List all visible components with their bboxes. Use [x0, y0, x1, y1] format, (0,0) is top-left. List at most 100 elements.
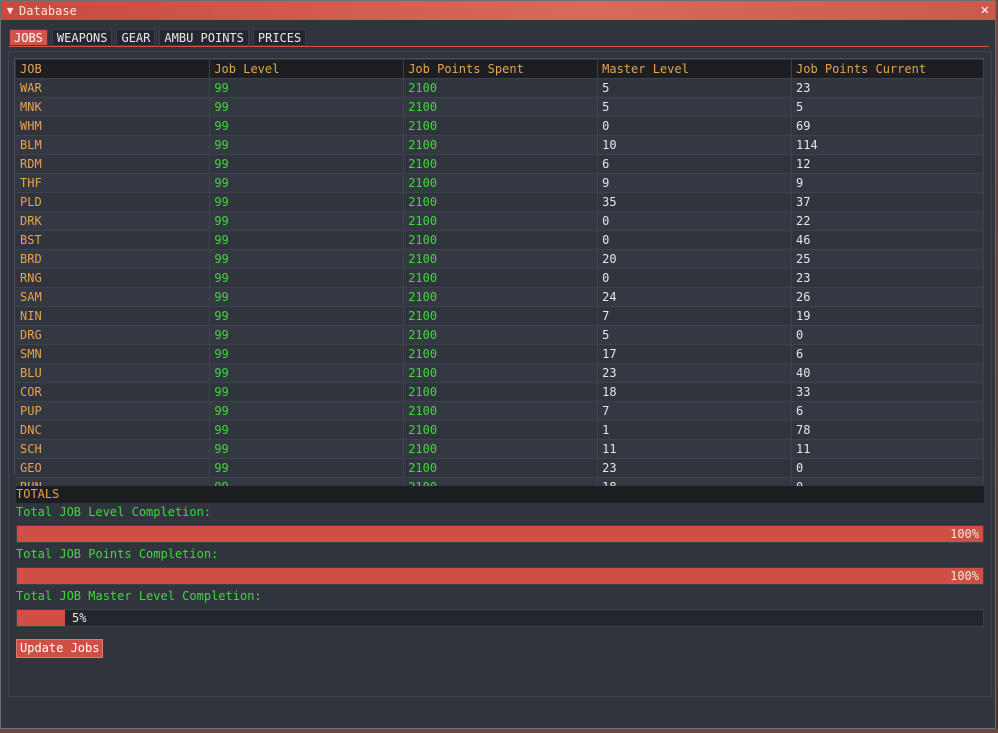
cell-job-level: 99: [209, 458, 405, 478]
cell-job-points-current: 114: [791, 135, 984, 155]
cell-master-level: 7: [597, 306, 793, 326]
master-level-progress-fill: [17, 610, 66, 626]
cell-job: DRG: [16, 325, 211, 345]
cell-job-points-spent: 2100: [403, 325, 599, 345]
cell-job-points-spent: 2100: [403, 268, 599, 288]
cell-job-points-current: 78: [791, 420, 984, 440]
cell-master-level: 23: [597, 458, 793, 478]
table-row[interactable]: BST 99 2100 0 46: [16, 230, 984, 250]
column-header-job[interactable]: JOB: [16, 60, 211, 79]
cell-job-level: 99: [209, 211, 405, 231]
jobs-table-body: WAR 99 2100 5 23 MNK 99 2100 5 5 WHM 99 2100 0 69 BLM 99…: [16, 78, 984, 496]
cell-job-points-current: 40: [791, 363, 984, 383]
cell-job-points-spent: 2100: [403, 230, 599, 250]
table-row[interactable]: PLD 99 2100 35 37: [16, 192, 984, 212]
cell-job: BLU: [16, 363, 211, 383]
totals-header: TOTALS: [16, 486, 984, 503]
tab-jobs[interactable]: JOBS: [9, 29, 48, 46]
update-jobs-button[interactable]: Update Jobs: [16, 639, 104, 658]
cell-job-level: 99: [209, 154, 405, 174]
table-row[interactable]: SAM 99 2100 24 26: [16, 287, 984, 307]
column-header-job-points-current[interactable]: Job Points Current: [791, 60, 984, 79]
table-row[interactable]: NIN 99 2100 7 19: [16, 306, 984, 326]
cell-job-points-spent: 2100: [403, 363, 599, 383]
tab-bar: JOBS WEAPONS GEAR AMBU POINTS PRICES: [9, 29, 307, 46]
cell-job: NIN: [16, 306, 211, 326]
cell-job-points-spent: 2100: [403, 458, 599, 478]
cell-job-level: 99: [209, 344, 405, 364]
tab-prices[interactable]: PRICES: [252, 29, 307, 46]
table-row[interactable]: SMN 99 2100 17 6: [16, 344, 984, 364]
cell-master-level: 20: [597, 249, 793, 269]
cell-master-level: 5: [597, 97, 793, 117]
cell-job-points-current: 12: [791, 154, 984, 174]
table-row[interactable]: RNG 99 2100 0 23: [16, 268, 984, 288]
cell-job-points-current: 33: [791, 382, 984, 402]
table-row[interactable]: RDM 99 2100 6 12: [16, 154, 984, 174]
cell-job-level: 99: [209, 420, 405, 440]
cell-job-points-current: 23: [791, 268, 984, 288]
table-row[interactable]: MNK 99 2100 5 5: [16, 97, 984, 117]
cell-job-level: 99: [209, 439, 405, 459]
collapse-arrow-icon[interactable]: ▼: [1, 4, 19, 17]
table-row[interactable]: DRK 99 2100 0 22: [16, 211, 984, 231]
cell-job-points-current: 22: [791, 211, 984, 231]
table-row[interactable]: BLM 99 2100 10 114: [16, 135, 984, 155]
cell-master-level: 24: [597, 287, 793, 307]
cell-job-points-current: 19: [791, 306, 984, 326]
cell-job-points-spent: 2100: [403, 306, 599, 326]
table-row[interactable]: DRG 99 2100 5 0: [16, 325, 984, 345]
table-row[interactable]: GEO 99 2100 23 0: [16, 458, 984, 478]
table-row[interactable]: DNC 99 2100 1 78: [16, 420, 984, 440]
cell-master-level: 17: [597, 344, 793, 364]
job-level-progress-text: 100%: [950, 527, 979, 541]
cell-master-level: 9: [597, 173, 793, 193]
column-header-job-level[interactable]: Job Level: [209, 60, 405, 79]
cell-job-points-spent: 2100: [403, 344, 599, 364]
table-row[interactable]: BRD 99 2100 20 25: [16, 249, 984, 269]
cell-job-level: 99: [209, 382, 405, 402]
cell-job-points-spent: 2100: [403, 173, 599, 193]
job-points-completion-label: Total JOB Points Completion:: [16, 547, 219, 561]
tab-gear[interactable]: GEAR: [116, 29, 156, 46]
cell-job-points-spent: 2100: [403, 135, 599, 155]
table-row[interactable]: WHM 99 2100 0 69: [16, 116, 984, 136]
cell-job: BLM: [16, 135, 211, 155]
table-row[interactable]: THF 99 2100 9 9: [16, 173, 984, 193]
window-titlebar[interactable]: ▼ Database ✕: [1, 1, 995, 20]
table-row[interactable]: SCH 99 2100 11 11: [16, 439, 984, 459]
master-level-progress-text: 5%: [72, 611, 87, 625]
tab-ambu-points[interactable]: AMBU POINTS: [159, 29, 249, 46]
tab-weapons[interactable]: WEAPONS: [51, 29, 113, 46]
table-row[interactable]: PUP 99 2100 7 6: [16, 401, 984, 421]
cell-job-level: 99: [209, 192, 405, 212]
cell-master-level: 0: [597, 230, 793, 250]
cell-job: WHM: [16, 116, 211, 136]
cell-job-level: 99: [209, 401, 405, 421]
cell-master-level: 23: [597, 363, 793, 383]
close-icon[interactable]: ✕: [981, 2, 989, 18]
table-row[interactable]: COR 99 2100 18 33: [16, 382, 984, 402]
job-points-progress-fill: [17, 568, 983, 584]
cell-job: DNC: [16, 420, 211, 440]
cell-master-level: 35: [597, 192, 793, 212]
job-points-progress-text: 100%: [950, 569, 979, 583]
cell-job-points-current: 23: [791, 78, 984, 98]
cell-job-points-current: 9: [791, 173, 984, 193]
column-header-master-level[interactable]: Master Level: [597, 60, 793, 79]
cell-job: SMN: [16, 344, 211, 364]
cell-master-level: 5: [597, 78, 793, 98]
cell-job-points-current: 5: [791, 97, 984, 117]
master-level-completion-label: Total JOB Master Level Completion:: [16, 589, 262, 603]
column-header-job-points-spent[interactable]: Job Points Spent: [403, 60, 599, 79]
cell-job: THF: [16, 173, 211, 193]
cell-job: MNK: [16, 97, 211, 117]
table-row[interactable]: BLU 99 2100 23 40: [16, 363, 984, 383]
cell-job-points-spent: 2100: [403, 420, 599, 440]
cell-job-points-spent: 2100: [403, 192, 599, 212]
cell-job-points-spent: 2100: [403, 154, 599, 174]
cell-job: GEO: [16, 458, 211, 478]
table-row[interactable]: WAR 99 2100 5 23: [16, 78, 984, 98]
cell-master-level: 5: [597, 325, 793, 345]
cell-master-level: 10: [597, 135, 793, 155]
